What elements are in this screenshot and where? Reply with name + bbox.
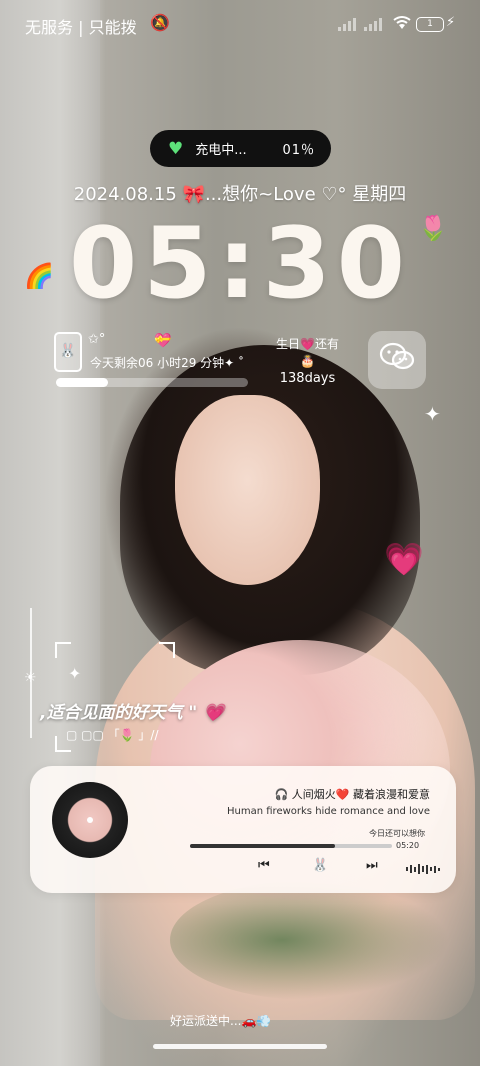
wechat-shortcut[interactable]: [368, 331, 426, 389]
bolt-icon: ⚡: [446, 15, 456, 30]
heart-sticker-icon: 💝: [154, 333, 172, 349]
music-player-card[interactable]: 🎧 人间烟火❤️ 藏着浪漫和爱意 Human fireworks hide ro…: [30, 766, 456, 893]
song-title: 🎧 人间烟火❤️ 藏着浪漫和爱意: [274, 788, 430, 801]
wifi-icon: [392, 15, 412, 35]
birthday-widget[interactable]: 生日💗还有 🎂 138days: [270, 336, 345, 387]
charging-label: 充电中...: [195, 143, 247, 158]
music-seek-fill: [190, 844, 336, 848]
home-indicator[interactable]: [153, 1044, 327, 1049]
wechat-icon: [379, 342, 415, 379]
sparkle-icon: ✦: [68, 664, 82, 683]
heart-icon: 💗: [203, 703, 225, 723]
rainbow-sticker-icon: 🌈: [24, 262, 54, 290]
music-seek-bar[interactable]: [190, 844, 392, 848]
tulip-sticker-icon: 🌷: [418, 214, 448, 242]
star-icon: ✩°: [88, 332, 106, 347]
bell-muted-icon: 🔕: [150, 13, 170, 32]
day-progress-bar: [56, 378, 248, 387]
cake-icon: 🎂: [300, 354, 315, 368]
background-leaves: [170, 880, 450, 1000]
bunny-icon[interactable]: 🐰: [312, 858, 328, 873]
date-line: 2024.08.15 🎀...想你~Love ♡° 星期四: [73, 184, 407, 205]
day-progress-fill: [56, 378, 108, 387]
battery-icon: 1: [416, 17, 444, 32]
clock-time: 05:30: [69, 207, 411, 321]
phone-sticker-icon[interactable]: 🐰: [54, 332, 82, 372]
carrier-text: 无服务 | 只能拨: [25, 18, 137, 37]
signal-icon: [364, 18, 382, 31]
skip-previous-icon[interactable]: ⏮: [258, 858, 270, 873]
decor-line: [30, 608, 32, 738]
weather-title: ,适合见面的好天气 ": [40, 703, 198, 723]
background-portrait-face: [175, 395, 320, 585]
signal-icon: [338, 18, 356, 31]
equalizer-icon: [406, 864, 440, 874]
status-bar: 无服务 | 只能拨 🔕 1 ⚡: [0, 0, 480, 50]
background-pillar: [0, 0, 100, 1066]
weather-subtitle: ▢ ▢▢ 「🌷 」//: [66, 728, 159, 742]
song-note: 今日还可以想你: [369, 829, 425, 838]
day-countdown-text: 今天剩余06 小时29 分钟✦ ˚: [90, 356, 245, 370]
music-time: 05:20: [396, 841, 420, 850]
green-heart-icon: ♥: [168, 138, 184, 159]
weather-caption: ,适合见面的好天气 " 💗: [40, 698, 224, 723]
heart-cloud-sticker-icon: 💗: [384, 540, 424, 578]
song-title-en: Human fireworks hide romance and love: [227, 806, 430, 817]
sparkle-icon: ✦: [424, 402, 441, 426]
vinyl-record-icon[interactable]: [52, 782, 128, 858]
birthday-label: 生日💗还有: [276, 337, 339, 351]
luck-text: 好运派送中...🚗💨: [170, 1014, 272, 1028]
charging-pill: ♥ 充电中... 01％: [150, 130, 331, 167]
birthday-days: 138days: [279, 371, 336, 386]
charging-percent: 01％: [282, 143, 315, 158]
skip-next-icon[interactable]: ⏭: [366, 858, 378, 873]
